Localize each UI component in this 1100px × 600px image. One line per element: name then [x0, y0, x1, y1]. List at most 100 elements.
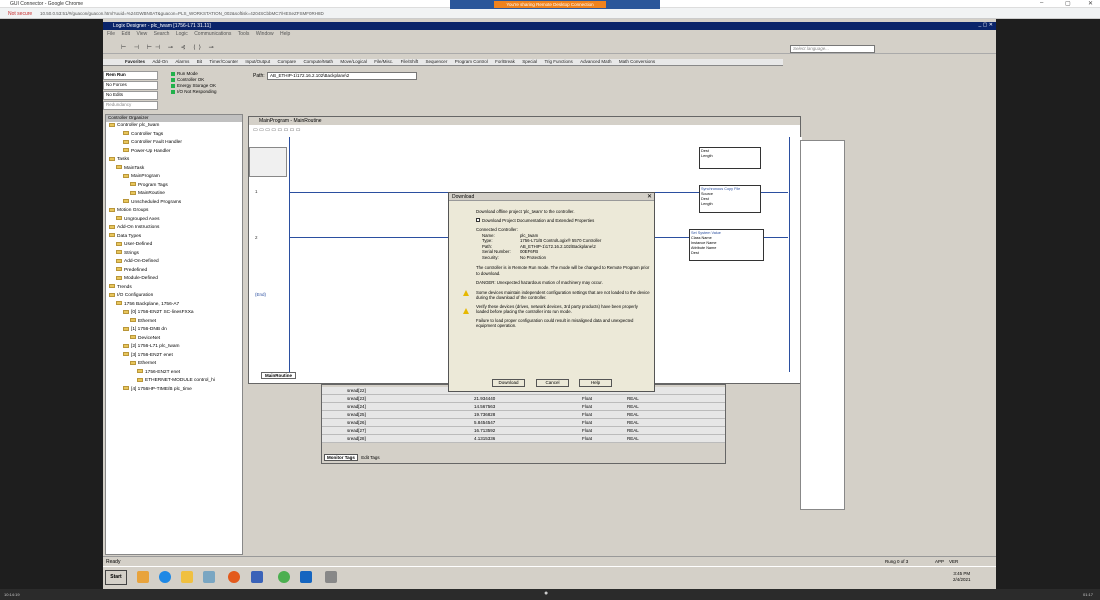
organizer-item[interactable]: Add-On-Defined — [106, 258, 242, 267]
instr-ssv[interactable]: Set System Value Class Name Instance Nam… — [689, 229, 764, 261]
organizer-item[interactable]: 1756 Backplane, 1756-A7 — [106, 301, 242, 310]
table-row[interactable]: sread[27] 16.713592 Float REAL — [322, 427, 725, 435]
mode-dropdown[interactable]: Rem Run — [103, 71, 158, 80]
start-button[interactable]: Start — [105, 570, 127, 585]
tab-advanced-math[interactable]: Advanced Math — [580, 59, 611, 64]
tab-edit-tags[interactable]: Edit Tags — [359, 455, 381, 460]
table-row[interactable]: sread[26] 5.8454547 Float REAL — [322, 419, 725, 427]
menu-help[interactable]: Help — [280, 31, 290, 37]
checkbox-checked-icon[interactable] — [476, 218, 480, 223]
rung-0-selected[interactable] — [249, 147, 287, 177]
tab-io[interactable]: Input/Output — [245, 59, 270, 64]
tab-favorites[interactable]: Favorites — [125, 59, 145, 64]
menu-logic[interactable]: Logic — [176, 31, 188, 37]
organizer-item[interactable]: Controller Fault Handler — [106, 139, 242, 148]
download-button[interactable]: Download — [492, 379, 525, 387]
chrome-icon[interactable] — [278, 571, 290, 583]
table-row[interactable]: sread[24] 14.567563 Float REAL — [322, 403, 725, 411]
organizer-item[interactable]: Trends — [106, 284, 242, 293]
tab-monitor-tags[interactable]: Monitor Tags — [324, 454, 358, 461]
menu-file[interactable]: File — [107, 31, 115, 37]
ie-icon[interactable] — [159, 571, 171, 583]
organizer-item[interactable]: Controller plc_twam — [106, 122, 242, 131]
path-dropdown[interactable]: AB_ETHIP-1\172.16.2.102\Backplane\2 — [267, 72, 417, 80]
redundancy-dropdown[interactable]: Redundancy — [103, 101, 158, 110]
organizer-item[interactable]: [0] 1756-EN2T SC-linesFXXa — [106, 309, 242, 318]
table-row[interactable]: sread[25] 19.736828 Float REAL — [322, 411, 725, 419]
menu-search[interactable]: Search — [154, 31, 170, 37]
organizer-item[interactable]: [1] 1756-DNB dn — [106, 326, 242, 335]
organizer-item[interactable]: Module-Defined — [106, 275, 242, 284]
tool-icon[interactable] — [325, 571, 337, 583]
table-row[interactable]: sread[28] 4.1315336 Float REAL — [322, 435, 725, 443]
menu-window[interactable]: Window — [256, 31, 274, 37]
organizer-item[interactable]: 1756-EN2T enet — [106, 369, 242, 378]
tab-fileshift[interactable]: File/Shift — [401, 59, 419, 64]
organizer-item[interactable]: Ungrouped Axes — [106, 216, 242, 225]
instr-box-0[interactable]: Dest Length — [699, 147, 761, 169]
maximize-icon[interactable]: ▢ — [1065, 0, 1071, 7]
organizer-item[interactable]: Controller Tags — [106, 131, 242, 140]
organizer-item[interactable]: MainProgram — [106, 173, 242, 182]
organizer-item[interactable]: Strings — [106, 250, 242, 259]
menu-edit[interactable]: Edit — [121, 31, 130, 37]
app-icon[interactable] — [203, 571, 215, 583]
folder-icon[interactable] — [181, 571, 193, 583]
organizer-item[interactable]: User-Defined — [106, 241, 242, 250]
organizer-item[interactable]: MainRoutine — [106, 190, 242, 199]
organizer-item[interactable]: Add-On Instructions — [106, 224, 242, 233]
tab-addon[interactable]: Add-On — [152, 59, 168, 64]
tab-compare[interactable]: Compare — [278, 59, 297, 64]
organizer-item[interactable]: I/O Configuration — [106, 292, 242, 301]
tab-program-control[interactable]: Program Control — [455, 59, 488, 64]
doc-checkbox-row[interactable]: Download Project Documentation and Exten… — [476, 218, 652, 224]
tab-trig[interactable]: Trig Functions — [544, 59, 572, 64]
table-row[interactable]: sread[23] 21.934440 Float REAL — [322, 395, 725, 403]
close-icon[interactable]: ✕ — [1088, 0, 1093, 7]
network-icon[interactable] — [251, 571, 263, 583]
minimize-icon[interactable]: – — [1040, 0, 1043, 6]
tab-timer[interactable]: Timer/Counter — [209, 59, 238, 64]
dialog-close-icon[interactable]: ✕ — [647, 193, 652, 200]
organizer-item[interactable]: [4] 1756HP-TIME/B plc_time — [106, 386, 242, 395]
connection-icon[interactable]: ● — [544, 590, 548, 597]
tab-filemisc[interactable]: File/Misc. — [374, 59, 393, 64]
organizer-item[interactable]: [2] 1756-L71 plc_twam — [106, 343, 242, 352]
tab-bit[interactable]: Bit — [197, 59, 202, 64]
organizer-item[interactable]: [3] 1756-EN2T enet — [106, 352, 242, 361]
organizer-item[interactable]: Power-Up Handler — [106, 148, 242, 157]
organizer-item[interactable]: ETHERNET-MODULE control_hi — [106, 377, 242, 386]
tab-compute[interactable]: Compute/Math — [303, 59, 333, 64]
forces-dropdown[interactable]: No Forces — [103, 81, 158, 90]
tab-forbreak[interactable]: For/Break — [495, 59, 515, 64]
tab-special[interactable]: Special — [522, 59, 537, 64]
organizer-item[interactable]: MainTask — [106, 165, 242, 174]
tab-math-conversions[interactable]: Math Conversions — [619, 59, 655, 64]
organizer-item[interactable]: Program Tags — [106, 182, 242, 191]
instr-cps[interactable]: Synchronous Copy File Source Dest Length — [699, 185, 761, 213]
tab-alarms[interactable]: Alarms — [175, 59, 189, 64]
firefox-icon[interactable] — [228, 571, 240, 583]
organizer-item[interactable]: Motion Groups — [106, 207, 242, 216]
help-button[interactable]: Help — [579, 379, 612, 387]
organizer-item[interactable]: Data Types — [106, 233, 242, 242]
organizer-item[interactable]: Ethernet — [106, 360, 242, 369]
language-select[interactable]: Select language... — [790, 45, 875, 53]
tab-mainroutine[interactable]: MainRoutine — [261, 372, 296, 379]
toolbar-icons[interactable]: ⊢ ⊣ ⊢⊣ ⊸ ⊰ ⟨⟩ ⊸ — [121, 45, 217, 51]
logix-window-buttons[interactable]: _ ▢ ✕ — [979, 22, 993, 28]
logix-icon[interactable] — [300, 571, 312, 583]
organizer-item[interactable]: Unscheduled Programs — [106, 199, 242, 208]
organizer-item[interactable]: Ethernet — [106, 318, 242, 327]
tab-sequencer[interactable]: Sequencer — [426, 59, 448, 64]
menu-view[interactable]: View — [136, 31, 147, 37]
media-icon[interactable] — [137, 571, 149, 583]
address-bar[interactable]: Not secure 10.50.0.53:51/#/guacon/guacon… — [0, 8, 1100, 19]
menu-tools[interactable]: Tools — [238, 31, 250, 37]
tab-move[interactable]: Move/Logical — [340, 59, 367, 64]
organizer-item[interactable]: Tasks — [106, 156, 242, 165]
edits-dropdown[interactable]: No Edits — [103, 91, 158, 100]
routine-toolbar[interactable]: ▭ ▭ ▭ ▭ ▭ ▭ ▭ ▭ — [253, 127, 301, 133]
menu-communications[interactable]: Communications — [194, 31, 231, 37]
cancel-button[interactable]: Cancel — [536, 379, 569, 387]
